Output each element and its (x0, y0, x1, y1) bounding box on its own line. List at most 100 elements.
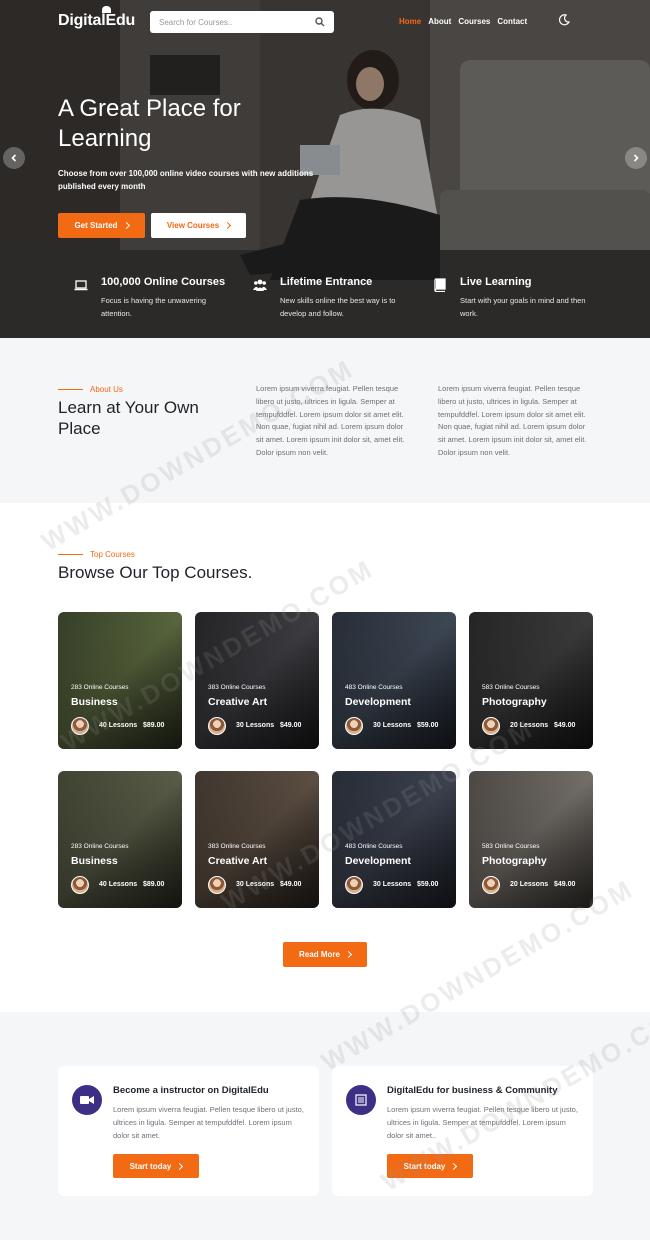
course-lessons: 20 Lessons (510, 722, 549, 729)
avatar (482, 876, 500, 894)
course-count: 283 Online Courses (71, 843, 129, 850)
course-price: $89.00 (143, 722, 165, 729)
about-section: About Us Learn at Your Own Place Lorem i… (0, 338, 650, 503)
search-icon[interactable] (315, 17, 325, 27)
course-card[interactable]: 483 Online Courses Development 30 Lesson… (332, 771, 456, 908)
building-icon (346, 1085, 376, 1115)
cta-card-instructor: Become a instructor on DigitalEdu Lorem … (58, 1066, 319, 1196)
view-courses-label: View Courses (166, 221, 220, 230)
feature-title: Lifetime Entrance (280, 276, 373, 288)
moon-icon[interactable] (558, 14, 570, 26)
cta-desc: Lorem ipsum viverra feugiat. Pellen tesq… (387, 1105, 578, 1140)
course-lessons: 30 Lessons (373, 881, 412, 888)
course-card[interactable]: 283 Online Courses Business 40 Lessons $… (58, 612, 182, 749)
course-name: Development (345, 696, 411, 708)
course-count: 583 Online Courses (482, 684, 540, 691)
course-lessons: 40 Lessons (99, 722, 138, 729)
course-lessons: 30 Lessons (236, 722, 275, 729)
course-card[interactable]: 583 Online Courses Photography 20 Lesson… (469, 771, 593, 908)
course-card[interactable]: 283 Online Courses Business 40 Lessons $… (58, 771, 182, 908)
courses-eyebrow: Top Courses (58, 550, 135, 559)
laptop-icon (74, 280, 88, 291)
avatar (208, 876, 226, 894)
nav-link-home[interactable]: Home (399, 17, 421, 26)
course-price: $49.00 (554, 722, 576, 729)
about-eyebrow: About Us (58, 385, 123, 394)
site-logo[interactable]: DigitalEdu (58, 6, 136, 30)
eyebrow-line (58, 388, 83, 391)
course-card[interactable]: 383 Online Courses Creative Art 30 Lesso… (195, 771, 319, 908)
about-eyebrow-label: About Us (90, 385, 123, 394)
course-count: 283 Online Courses (71, 684, 129, 691)
graduation-cap-icon (102, 6, 111, 13)
chevron-right-icon (224, 221, 232, 230)
feature-desc: New skills online the best way is to dev… (280, 296, 396, 318)
view-courses-button[interactable]: View Courses (151, 213, 246, 238)
feature-desc: Start with your goals in mind and then w… (460, 296, 586, 318)
start-today-label: Start today (129, 1161, 172, 1171)
course-name: Photography (482, 696, 547, 708)
users-icon (253, 279, 267, 291)
courses-eyebrow-label: Top Courses (90, 550, 135, 559)
main-nav: Home About Courses Contact (399, 17, 527, 26)
course-lessons: 30 Lessons (236, 881, 275, 888)
course-lessons: 20 Lessons (510, 881, 549, 888)
course-lessons: 40 Lessons (99, 881, 138, 888)
chevron-left-icon (11, 154, 17, 162)
search-input[interactable] (159, 15, 309, 29)
cta-title: Become a instructor on DigitalEdu (113, 1085, 269, 1096)
get-started-button[interactable]: Get Started (58, 213, 145, 238)
course-price: $59.00 (417, 881, 439, 888)
hero-subtitle: Choose from over 100,000 online video co… (58, 169, 314, 191)
nav-link-about[interactable]: About (428, 17, 451, 26)
course-price: $49.00 (554, 881, 576, 888)
get-started-label: Get Started (74, 221, 118, 230)
brand-name: DigitalEdu (58, 12, 136, 29)
start-today-button[interactable]: Start today (113, 1154, 199, 1178)
hero-title: A Great Place for Learning (58, 95, 241, 152)
course-name: Development (345, 855, 411, 867)
course-card[interactable]: 483 Online Courses Development 30 Lesson… (332, 612, 456, 749)
feature-desc: Focus is having the unwavering attention… (101, 296, 207, 318)
course-count: 483 Online Courses (345, 684, 403, 691)
avatar (345, 717, 363, 735)
course-name: Business (71, 855, 118, 867)
feature-title: 100,000 Online Courses (101, 276, 226, 288)
about-paragraph-1: Lorem ipsum viverra feugiat. Pellen tesq… (256, 384, 405, 457)
book-icon (434, 278, 446, 292)
course-price: $59.00 (417, 722, 439, 729)
course-card[interactable]: 383 Online Courses Creative Art 30 Lesso… (195, 612, 319, 749)
course-count: 583 Online Courses (482, 843, 540, 850)
chevron-right-icon (176, 1162, 184, 1170)
search-bar (150, 11, 334, 33)
start-today-button[interactable]: Start today (387, 1154, 473, 1178)
read-more-button[interactable]: Read More (283, 942, 367, 967)
about-paragraph-2: Lorem ipsum viverra feugiat. Pellen tesq… (438, 384, 587, 457)
course-name: Creative Art (208, 696, 268, 708)
read-more-label: Read More (299, 950, 340, 959)
start-today-label: Start today (403, 1161, 446, 1171)
avatar (345, 876, 363, 894)
chevron-right-icon (344, 950, 352, 959)
course-count: 383 Online Courses (208, 684, 266, 691)
cta-title: DigitalEdu for business & Community (387, 1085, 558, 1096)
avatar (482, 717, 500, 735)
courses-title: Browse Our Top Courses. (58, 563, 253, 582)
course-name: Business (71, 696, 118, 708)
course-name: Creative Art (208, 855, 268, 867)
course-count: 483 Online Courses (345, 843, 403, 850)
course-count: 383 Online Courses (208, 843, 266, 850)
feature-title: Live Learning (460, 276, 532, 288)
course-card[interactable]: 583 Online Courses Photography 20 Lesson… (469, 612, 593, 749)
slider-prev-button[interactable] (3, 147, 25, 169)
course-price: $89.00 (143, 881, 165, 888)
hero-section: DigitalEdu Home About Courses Contact A … (0, 0, 650, 338)
avatar (71, 876, 89, 894)
course-price: $49.00 (280, 722, 302, 729)
course-lessons: 30 Lessons (373, 722, 412, 729)
chevron-right-icon (633, 154, 639, 162)
about-title: Learn at Your Own Place (58, 398, 199, 438)
nav-link-contact[interactable]: Contact (497, 17, 527, 26)
nav-link-courses[interactable]: Courses (458, 17, 490, 26)
slider-next-button[interactable] (625, 147, 647, 169)
